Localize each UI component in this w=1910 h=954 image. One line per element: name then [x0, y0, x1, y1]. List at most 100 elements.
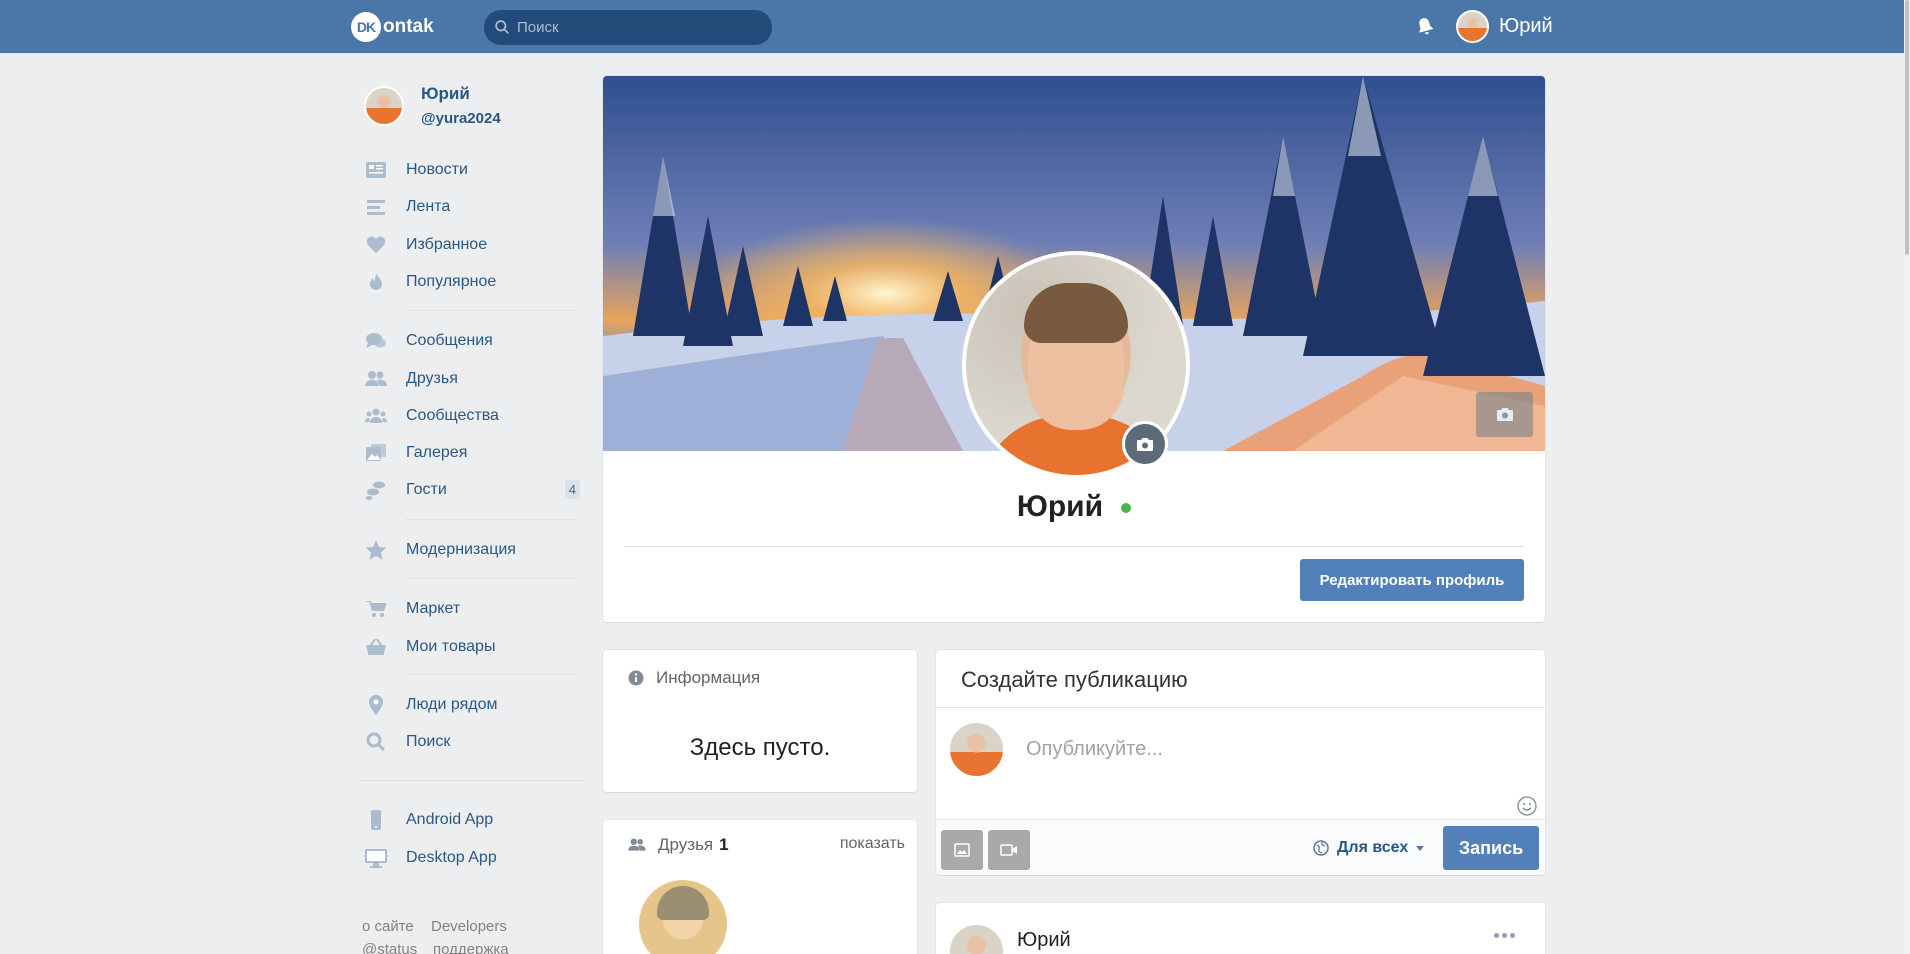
composer-title: Создайте публикацию [961, 667, 1188, 692]
sidebar-divider [406, 578, 576, 579]
info-icon [628, 670, 644, 686]
camera-icon [1496, 408, 1513, 421]
privacy-selector[interactable]: Для всех [1313, 839, 1425, 857]
footer-link-developers[interactable]: Developers [431, 918, 507, 935]
post-composer: Создайте публикацию Для всех Запись [936, 650, 1545, 875]
sidebar-item-label: Избранное [406, 236, 488, 253]
search-icon [364, 731, 388, 753]
sidebar-item-label: Друзья [406, 370, 458, 387]
emoji-icon[interactable] [1516, 795, 1538, 817]
empty-state-text: Здесь пусто. [689, 734, 831, 761]
attach-photo-button[interactable] [941, 830, 983, 870]
sidebar-item-friends[interactable]: Друзья [364, 364, 580, 394]
bell-icon[interactable] [1415, 16, 1435, 36]
location-pin-icon [364, 694, 388, 716]
sidebar-user[interactable]: Юрий @yura2024 [364, 84, 501, 127]
profile-name-row: Юрий [603, 490, 1545, 524]
logo-badge: DK [351, 12, 381, 42]
friend-avatar[interactable] [639, 880, 727, 954]
sidebar-item-upgrade[interactable]: Модернизация [364, 535, 580, 565]
change-avatar-button[interactable] [1122, 421, 1168, 467]
sidebar-divider [358, 780, 584, 781]
friends-card-header[interactable]: Друзья 1 [628, 835, 729, 855]
sidebar-item-communities[interactable]: Сообщества [364, 401, 580, 431]
guests-icon [364, 479, 388, 501]
edit-profile-button[interactable]: Редактировать профиль [1300, 559, 1524, 601]
sidebar-item-label: Поиск [406, 733, 451, 750]
sidebar-user-name[interactable]: Юрий [421, 84, 501, 104]
video-icon [1000, 844, 1017, 856]
friends-count: 1 [719, 835, 729, 854]
friends-icon [628, 838, 646, 851]
sidebar-item-gallery[interactable]: Галерея [364, 438, 580, 468]
basket-icon [364, 636, 388, 658]
avatar [1456, 10, 1489, 43]
sidebar-divider [406, 519, 576, 520]
avatar[interactable] [948, 923, 1005, 954]
newspaper-icon [364, 159, 388, 181]
sidebar-item-label: Desktop App [406, 849, 497, 866]
divider [624, 546, 1524, 547]
privacy-label: Для всех [1337, 839, 1409, 856]
sidebar-item-android-app[interactable]: Android App [364, 805, 580, 835]
communities-icon [364, 405, 388, 427]
sidebar-item-label: Новости [406, 161, 468, 178]
sidebar-user-handle[interactable]: @yura2024 [421, 110, 501, 127]
sidebar-item-label: Люди рядом [406, 696, 498, 713]
sidebar-item-market[interactable]: Маркет [364, 594, 580, 624]
sidebar-item-label: Лента [406, 198, 451, 215]
sidebar-item-label: Сообщества [406, 407, 499, 424]
sidebar-item-my-goods[interactable]: Мои товары [364, 632, 580, 662]
sidebar-item-messages[interactable]: Сообщения [364, 326, 580, 356]
friends-icon [364, 368, 388, 390]
sidebar-item-feed[interactable]: Лента [364, 192, 580, 222]
post-text-input[interactable] [1026, 738, 1506, 761]
scrollbar-thumb[interactable] [1905, 0, 1909, 255]
info-card-title: Информация [656, 668, 761, 687]
sidebar-item-popular[interactable]: Популярное [364, 267, 580, 297]
logo-text: ontak [383, 16, 434, 37]
monitor-icon [364, 847, 388, 869]
profile-name: Юрий [1016, 490, 1104, 523]
attach-video-button[interactable] [988, 830, 1030, 870]
composer-toolbar: Для всех Запись [936, 819, 1545, 875]
search-input[interactable] [517, 19, 757, 36]
footer-link-support[interactable]: поддержка [433, 941, 509, 954]
logo[interactable]: DK ontak [351, 12, 434, 42]
top-user-name: Юрий [1499, 15, 1553, 37]
sidebar-item-label: Популярное [406, 273, 497, 290]
cart-icon [364, 598, 388, 620]
online-indicator [1121, 503, 1132, 514]
more-options-icon[interactable] [1494, 933, 1515, 938]
search-icon [495, 20, 510, 35]
top-bar: DK ontak Юрий [0, 0, 1904, 53]
sidebar-item-news[interactable]: Новости [364, 155, 580, 185]
change-cover-button[interactable] [1476, 392, 1533, 437]
footer-link-status[interactable]: @status [362, 941, 417, 954]
divider [936, 707, 1545, 708]
friends-card-title: Друзья [658, 835, 714, 854]
image-icon [954, 843, 970, 857]
profile-card: Юрий Редактировать профиль [603, 76, 1545, 622]
gallery-icon [364, 442, 388, 464]
sidebar-item-guests[interactable]: Гости 4 [364, 475, 580, 505]
sidebar-item-search[interactable]: Поиск [364, 727, 580, 757]
sidebar-item-favorites[interactable]: Избранное [364, 230, 580, 260]
post-author[interactable]: Юрий [1017, 929, 1071, 952]
search-bar[interactable] [484, 10, 772, 45]
info-card: Информация Здесь пусто. [603, 650, 917, 792]
chevron-down-icon [1416, 845, 1425, 851]
sidebar-item-desktop-app[interactable]: Desktop App [364, 843, 580, 873]
sidebar-divider [406, 310, 576, 311]
friends-card: Друзья 1 показать [603, 820, 917, 954]
show-friends-link[interactable]: показать [840, 835, 905, 853]
footer-link-about[interactable]: о сайте [362, 918, 414, 935]
sidebar-item-label: Галерея [406, 444, 468, 461]
publish-button[interactable]: Запись [1443, 826, 1539, 870]
top-user-menu[interactable]: Юрий [1456, 10, 1553, 43]
sidebar-item-label: Сообщения [406, 332, 493, 349]
sidebar-item-nearby[interactable]: Люди рядом [364, 690, 580, 720]
avatar [948, 721, 1005, 778]
sidebar-divider [406, 674, 576, 675]
camera-icon [1137, 437, 1153, 451]
